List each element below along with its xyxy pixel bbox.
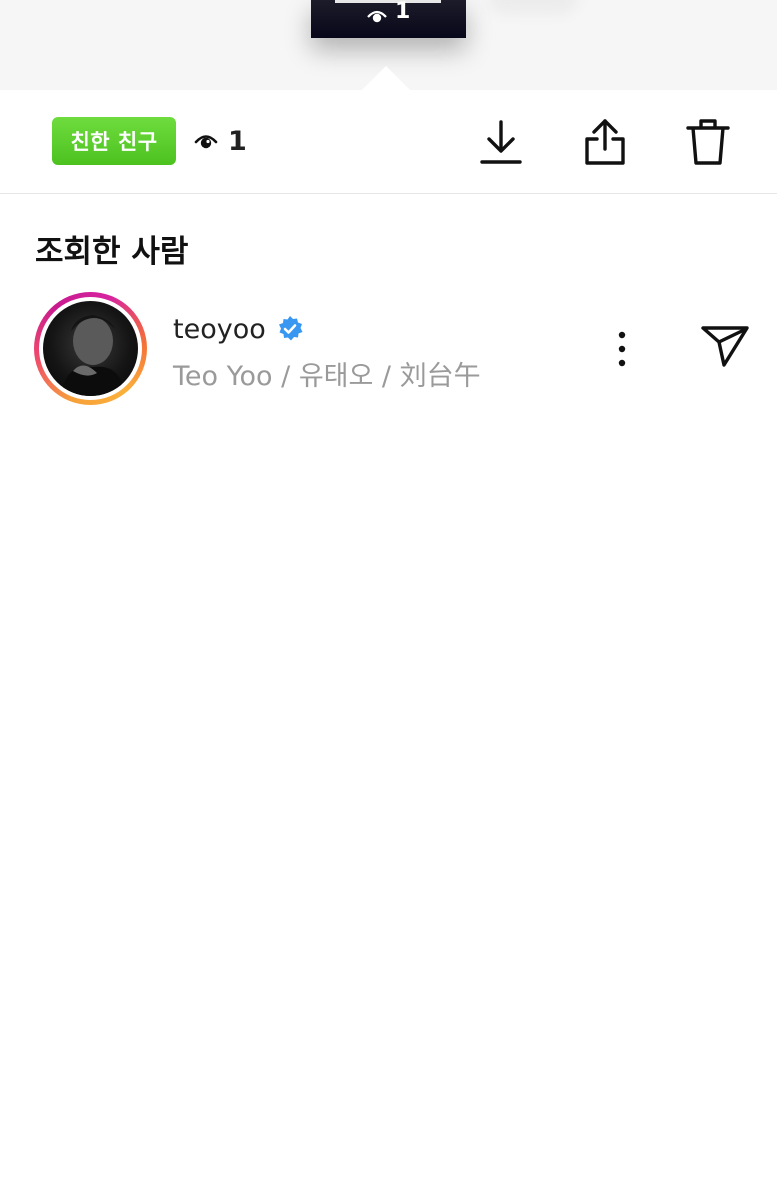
send-message-icon: [701, 326, 749, 367]
full-name: Teo Yoo / 유태오 / 刘台午: [173, 361, 481, 392]
send-message-button[interactable]: [698, 324, 752, 368]
more-options-button[interactable]: [603, 328, 641, 370]
share-icon: [585, 119, 625, 165]
close-friends-badge[interactable]: 친한 친구: [52, 117, 176, 165]
story-thumbnail-viewers: 1: [367, 1, 410, 23]
avatar: [43, 301, 138, 396]
download-icon: [480, 120, 522, 164]
more-options-icon: [618, 331, 626, 367]
verified-badge-icon: [278, 316, 303, 341]
viewer-count[interactable]: 1: [194, 124, 247, 158]
viewers-section-title: 조회한 사람: [35, 234, 189, 270]
eye-icon: [367, 10, 387, 23]
viewer-count-value: 1: [228, 125, 247, 157]
trash-icon: [686, 119, 730, 165]
selected-story-pointer: [362, 66, 410, 90]
viewer-list-item[interactable]: teoyoo Teo Yoo / 유태오 / 刘台午: [0, 290, 777, 406]
username[interactable]: teoyoo: [173, 314, 266, 345]
story-toolbar: 친한 친구 1: [0, 90, 777, 194]
story-thumbnail-viewer-count: 1: [395, 0, 411, 24]
download-button[interactable]: [476, 116, 526, 168]
eye-icon: [194, 135, 218, 149]
story-preview-area: 1: [0, 0, 777, 90]
share-button[interactable]: [580, 116, 630, 168]
story-ring[interactable]: [34, 292, 147, 405]
story-thumbnail[interactable]: 1: [311, 0, 466, 38]
blurred-background-shape: [488, 0, 578, 14]
delete-button[interactable]: [683, 116, 733, 168]
username-line: teoyoo: [173, 312, 304, 346]
